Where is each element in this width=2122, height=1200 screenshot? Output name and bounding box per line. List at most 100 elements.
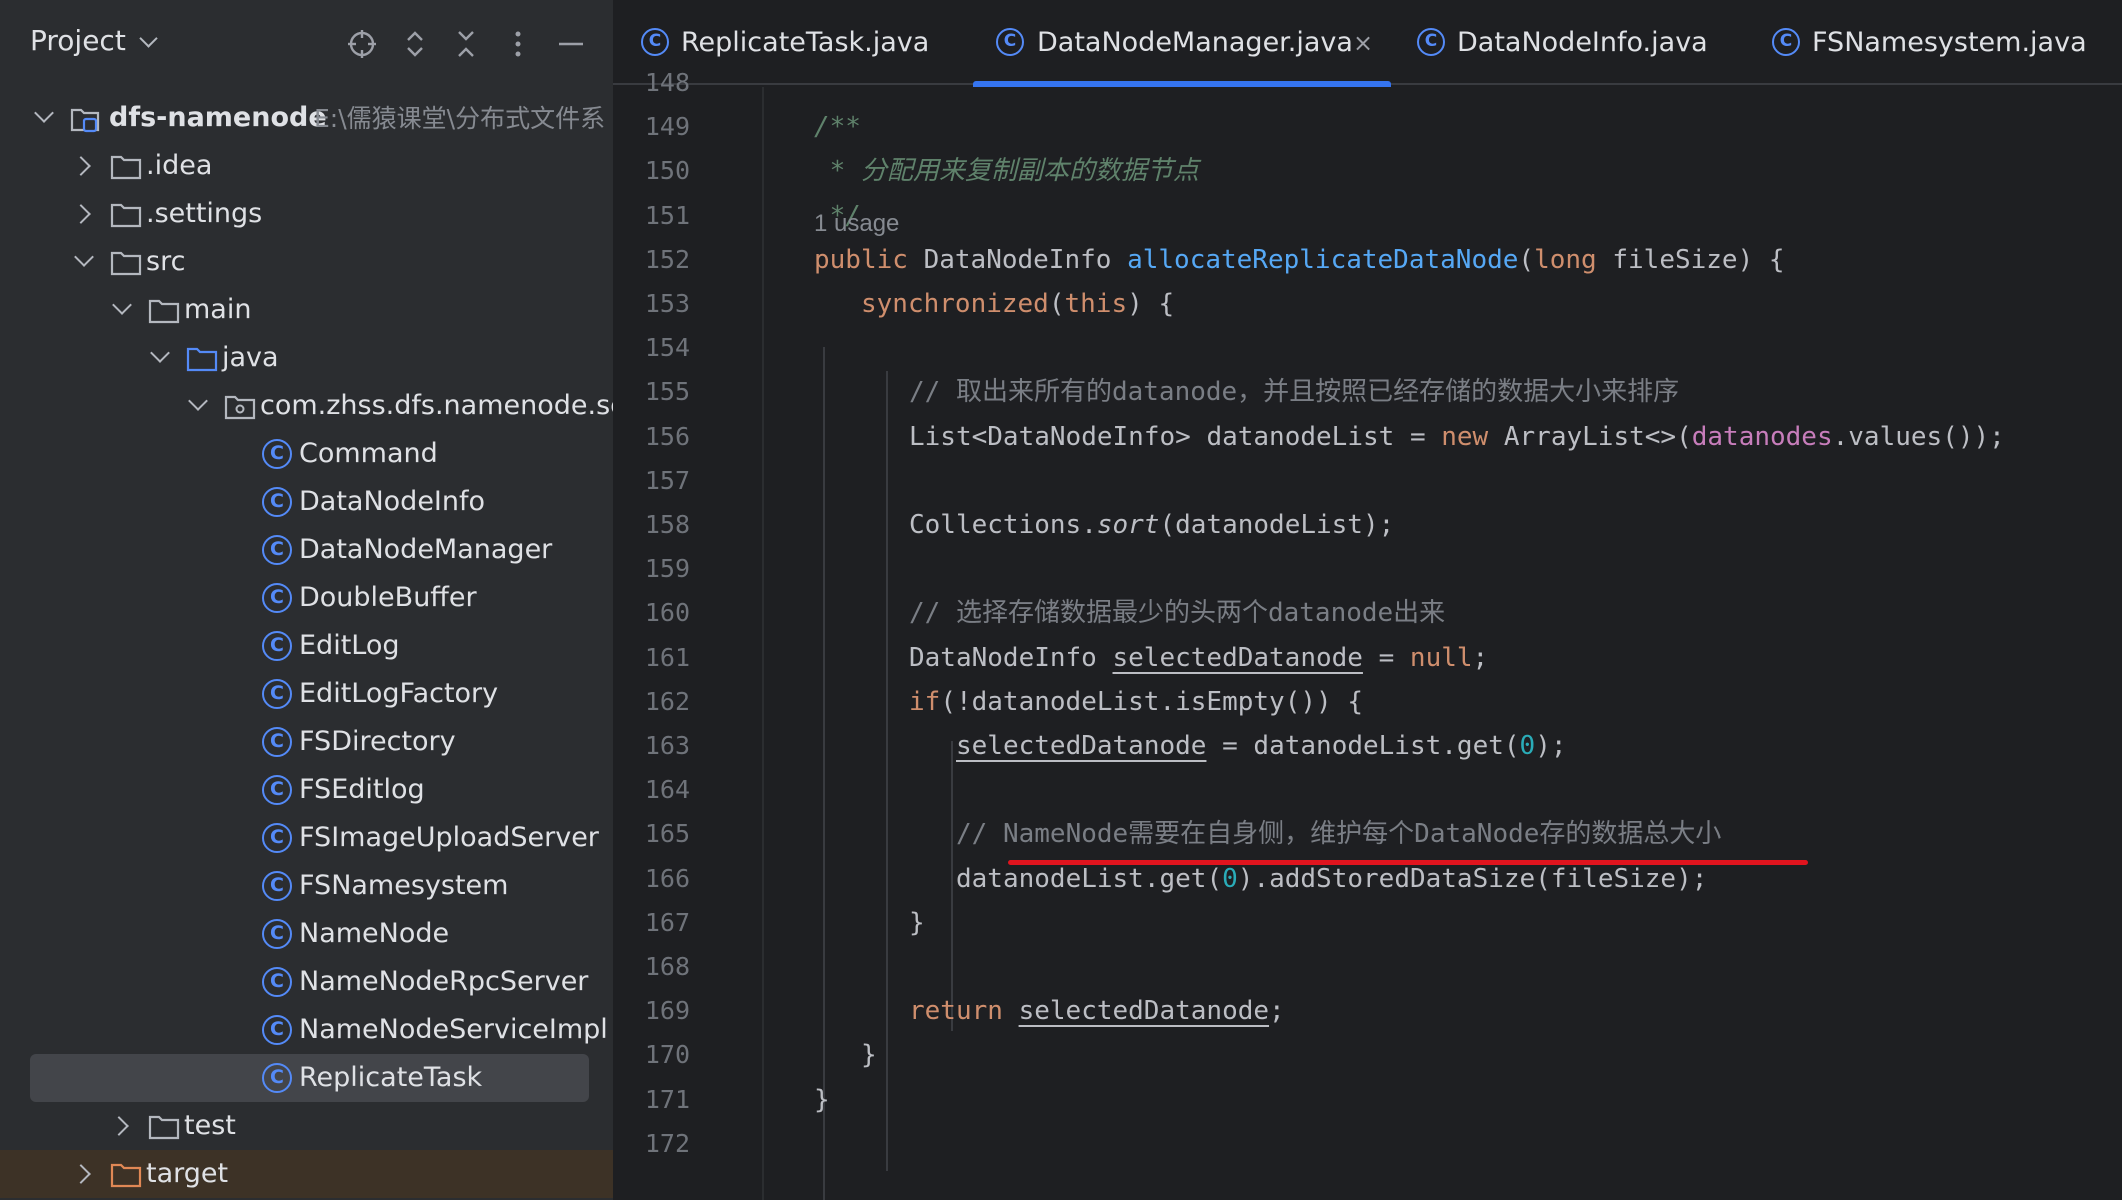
tree-item-class[interactable]: C Command — [0, 430, 613, 478]
tree-item-package[interactable]: com.zhss.dfs.namenode.serv — [0, 382, 613, 430]
tree-item-class[interactable]: C FSImageUploadServer — [0, 814, 613, 862]
line-number: 148 — [644, 68, 690, 97]
tree-item-class[interactable]: C FSEditlog — [0, 766, 613, 814]
code-line: // 取出来所有的datanode，并且按照已经存储的数据大小来排序 — [909, 377, 1680, 408]
class-icon: C — [262, 1063, 292, 1093]
tree-item-class[interactable]: C NameNode — [0, 910, 613, 958]
tree-item-class[interactable]: C DoubleBuffer — [0, 574, 613, 622]
source-folder-icon — [186, 346, 218, 372]
line-number: 157 — [644, 465, 690, 495]
tree-label: ReplicateTask — [299, 1062, 483, 1093]
line-number: 169 — [644, 996, 690, 1026]
code-line: if(!datanodeList.isEmpty()) { — [909, 686, 1363, 717]
class-icon: C — [262, 631, 292, 661]
line-number: 149 — [644, 112, 690, 142]
tree-label: DoubleBuffer — [299, 582, 477, 613]
module-path: E:\儒猿课堂\分布式文件系 — [314, 104, 606, 133]
chevron-down-icon[interactable] — [110, 286, 134, 334]
tree-label: FSEditlog — [299, 774, 425, 805]
tree-label: main — [184, 294, 252, 325]
class-icon: C — [262, 727, 292, 757]
tree-item-class[interactable]: C EditLog — [0, 622, 613, 670]
tree-label: target — [146, 1158, 229, 1189]
tree-item-module[interactable]: dfs-namenode E:\儒猿课堂\分布式文件系 — [0, 94, 613, 142]
project-tool-window: Project dfs-namenode E:\儒猿课堂\分布式文件系 .ide… — [0, 0, 613, 1200]
tree-label: .settings — [146, 198, 263, 229]
tree-item-class[interactable]: C NameNodeRpcServer — [0, 958, 613, 1006]
tree-item-target[interactable]: target — [0, 1150, 613, 1198]
tree-label: .idea — [146, 150, 213, 181]
line-number: 155 — [644, 377, 690, 407]
line-number: 165 — [644, 819, 690, 849]
class-icon: C — [262, 871, 292, 901]
class-icon: C — [262, 823, 292, 853]
chevron-down-icon[interactable] — [72, 238, 96, 286]
line-number: 154 — [644, 333, 690, 363]
class-icon: C — [262, 679, 292, 709]
chevron-right-icon[interactable] — [72, 190, 96, 238]
folder-icon — [110, 154, 142, 180]
class-icon: C — [262, 919, 292, 949]
chevron-down-icon[interactable] — [148, 334, 172, 382]
line-number: 161 — [644, 642, 690, 672]
tree-item-class[interactable]: C NameNodeServiceImpl — [0, 1006, 613, 1054]
chevron-right-icon[interactable] — [72, 142, 96, 190]
class-icon: C — [262, 967, 292, 997]
tree-item-class[interactable]: C EditLogFactory — [0, 670, 613, 718]
usage-inlay-hint[interactable]: 1 usage — [814, 202, 899, 246]
tree-item-class[interactable]: C DataNodeManager — [0, 526, 613, 574]
tree-item-idea[interactable]: .idea — [0, 142, 613, 190]
line-number: 153 — [644, 289, 690, 318]
tree-label: FSImageUploadServer — [299, 822, 599, 853]
chevron-down-icon[interactable] — [32, 94, 56, 142]
project-view-selector[interactable]: Project — [30, 24, 158, 57]
close-tab-icon[interactable]: × — [1353, 26, 1373, 60]
line-number: 170 — [644, 1040, 690, 1070]
tree-item-test[interactable]: test — [0, 1102, 613, 1150]
code-line: Collections.sort(datanodeList); — [909, 510, 1395, 540]
folder-icon — [148, 1114, 180, 1140]
line-number: 163 — [644, 731, 690, 760]
class-icon: C — [1417, 28, 1445, 56]
tree-item-class[interactable]: C FSNamesystem — [0, 862, 613, 910]
tree-label: NameNodeRpcServer — [299, 966, 589, 997]
code-line: } — [909, 907, 925, 938]
chevron-down-icon[interactable] — [186, 382, 210, 430]
class-icon: C — [996, 28, 1024, 56]
code-line: synchronized(this) { — [861, 289, 1175, 319]
class-icon: C — [262, 439, 292, 469]
code-line: } — [814, 1084, 830, 1115]
tree-item-java[interactable]: java — [0, 334, 613, 382]
tree-item-main[interactable]: main — [0, 286, 613, 334]
chevron-down-icon — [139, 29, 158, 48]
tree-label: com.zhss.dfs.namenode.serv — [260, 390, 613, 421]
tab-label: DataNodeInfo.java — [1457, 27, 1708, 58]
tab-datanodeinfo[interactable]: C DataNodeInfo.java — [1413, 0, 1753, 85]
tree-label: NameNodeServiceImpl — [299, 1014, 608, 1045]
tree-item-class-selected[interactable]: C ReplicateTask — [0, 1054, 613, 1102]
tree-label: EditLogFactory — [299, 678, 499, 709]
tab-datanodemanager[interactable]: C DataNodeManager.java × — [973, 0, 1391, 87]
chevron-right-icon[interactable] — [72, 1150, 96, 1198]
indent-guide — [823, 347, 825, 1200]
collapse-all-icon[interactable] — [448, 26, 484, 62]
tree-label: DataNodeManager — [299, 534, 553, 565]
more-options-icon[interactable] — [500, 26, 536, 62]
tab-fsnamesystem[interactable]: C FSNamesystem.java — [1769, 0, 2122, 85]
code-line: } — [861, 1040, 877, 1071]
line-number: 168 — [644, 952, 690, 981]
minimize-icon[interactable] — [553, 26, 589, 62]
chevron-right-icon[interactable] — [110, 1102, 134, 1150]
tree-item-class[interactable]: C DataNodeInfo — [0, 478, 613, 526]
code-area[interactable]: /** * 分配用来复制副本的数据节点 */public DataNodeInf… — [764, 87, 2122, 1200]
line-number: 164 — [644, 775, 690, 805]
indent-guide — [951, 741, 953, 1031]
tree-item-settings[interactable]: .settings — [0, 190, 613, 238]
tree-label: src — [146, 246, 186, 277]
code-line: List<DataNodeInfo> datanodeList = new Ar… — [909, 421, 2005, 452]
code-line: // 选择存储数据最少的头两个datanode出来 — [909, 598, 1446, 629]
tree-item-src[interactable]: src — [0, 238, 613, 286]
crosshair-icon[interactable] — [344, 26, 380, 62]
tree-item-class[interactable]: C FSDirectory — [0, 718, 613, 766]
expand-collapse-icon[interactable] — [397, 26, 433, 62]
